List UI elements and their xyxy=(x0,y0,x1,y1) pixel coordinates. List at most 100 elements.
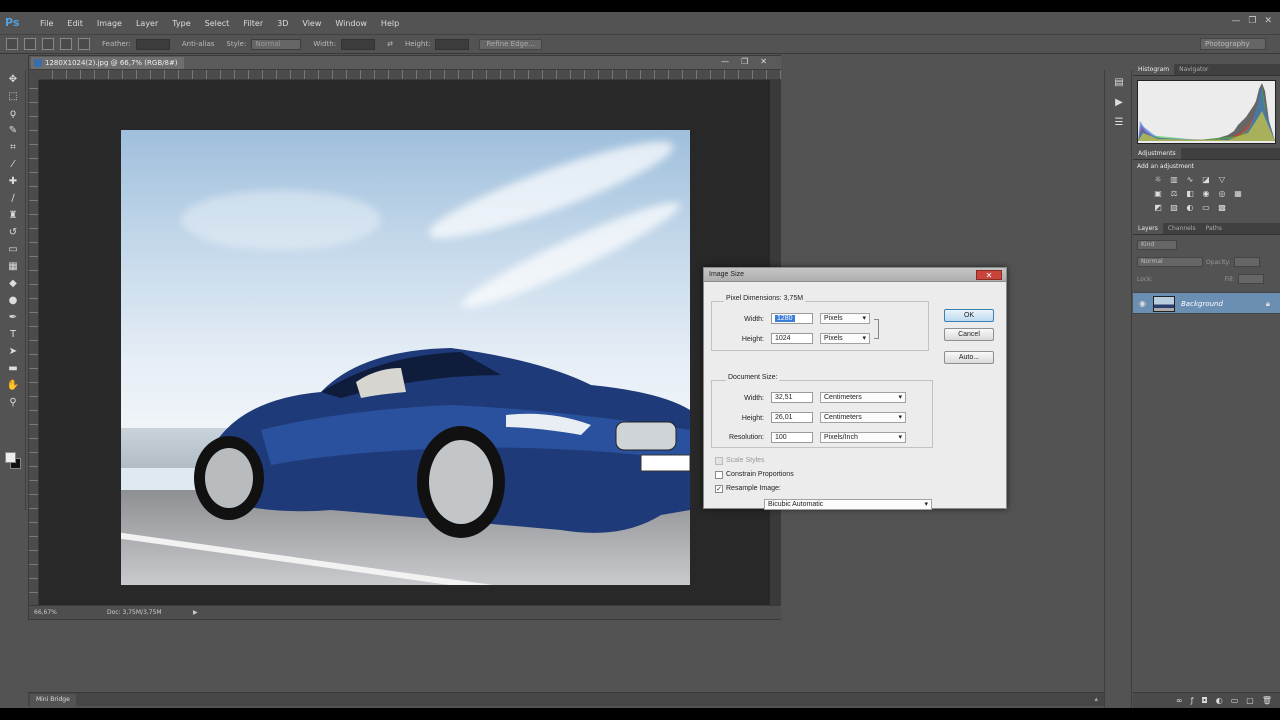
pixel-height-unit-select[interactable]: Pixels xyxy=(820,333,870,344)
layer-row-background[interactable]: ◉ Background 🔒︎ xyxy=(1133,292,1280,314)
height-input[interactable] xyxy=(435,38,470,50)
vertical-ruler[interactable] xyxy=(29,80,39,606)
menu-3d[interactable]: 3D xyxy=(270,19,295,28)
tab-mini-bridge[interactable]: Mini Bridge xyxy=(30,694,76,706)
doc-width-unit-select[interactable]: Centimeters xyxy=(820,392,906,403)
hue-saturation-icon[interactable]: ▣ xyxy=(1153,189,1163,199)
dialog-close-button[interactable]: ✕ xyxy=(976,270,1002,280)
ruler-corner[interactable] xyxy=(29,70,39,80)
path-select-tool-icon[interactable]: ➤ xyxy=(6,345,20,359)
expand-icon[interactable]: ▴ xyxy=(1094,695,1098,703)
channel-mixer-icon[interactable]: ◎ xyxy=(1217,189,1227,199)
layer-kind-select[interactable]: Kind xyxy=(1137,240,1177,250)
resample-checkbox[interactable]: ✓ xyxy=(715,485,723,493)
feather-input[interactable] xyxy=(135,38,170,50)
doc-height-unit-select[interactable]: Centimeters xyxy=(820,412,906,423)
doc-minimize-icon[interactable]: — xyxy=(721,57,729,66)
properties-panel-icon[interactable]: ☰ xyxy=(1112,116,1126,130)
doc-close-icon[interactable]: ✕ xyxy=(760,57,767,66)
pen-tool-icon[interactable]: ✒ xyxy=(6,311,20,325)
auto-button[interactable]: Auto... xyxy=(944,351,994,364)
scale-styles-checkbox[interactable] xyxy=(715,457,723,465)
tab-navigator[interactable]: Navigator xyxy=(1174,64,1213,75)
style-select[interactable]: Normal xyxy=(251,38,302,50)
close-icon[interactable]: ✕ xyxy=(1264,16,1272,26)
history-panel-icon[interactable]: ▤ xyxy=(1112,76,1126,90)
marquee-tool-icon[interactable]: ⬚ xyxy=(6,90,20,104)
exposure-icon[interactable]: ◪ xyxy=(1201,175,1211,185)
crop-tool-icon[interactable]: ⌗ xyxy=(6,141,20,155)
marquee-preset-icon[interactable] xyxy=(6,38,18,50)
menu-image[interactable]: Image xyxy=(90,19,129,28)
selective-color-icon[interactable]: ▩ xyxy=(1217,203,1227,213)
invert-icon[interactable]: ◩ xyxy=(1153,203,1163,213)
doc-width-input[interactable]: 32,51 xyxy=(771,392,813,403)
curves-icon[interactable]: ∿ xyxy=(1185,175,1195,185)
vibrance-icon[interactable]: ▽ xyxy=(1217,175,1227,185)
gradient-map-icon[interactable]: ▭ xyxy=(1201,203,1211,213)
menu-view[interactable]: View xyxy=(295,19,328,28)
doc-height-input[interactable]: 26,01 xyxy=(771,412,813,423)
workspace-select[interactable]: Photography xyxy=(1200,38,1266,50)
document-tab[interactable]: 1280X1024(2).jpg @ 66,7% (RGB/8#) xyxy=(31,57,184,69)
history-brush-tool-icon[interactable]: ↺ xyxy=(6,226,20,240)
brush-tool-icon[interactable]: ∕ xyxy=(6,192,20,206)
actions-panel-icon[interactable]: ▶ xyxy=(1112,96,1126,110)
menu-help[interactable]: Help xyxy=(374,19,406,28)
eraser-tool-icon[interactable]: ▭ xyxy=(6,243,20,257)
delete-layer-icon[interactable]: 🗑︎ xyxy=(1262,696,1272,705)
swap-icon[interactable]: ⇄ xyxy=(387,40,393,48)
dodge-tool-icon[interactable]: ● xyxy=(6,294,20,308)
ok-button[interactable]: OK xyxy=(944,309,994,322)
width-input[interactable] xyxy=(341,38,376,50)
antialias-label[interactable]: Anti-alias xyxy=(182,40,215,48)
menu-file[interactable]: File xyxy=(33,19,60,28)
brightness-contrast-icon[interactable]: ☼ xyxy=(1153,175,1163,185)
clone-stamp-tool-icon[interactable]: ♜ xyxy=(6,209,20,223)
black-white-icon[interactable]: ◧ xyxy=(1185,189,1195,199)
status-menu-icon[interactable]: ▶ xyxy=(193,609,198,616)
layer-mask-icon[interactable]: ◘ xyxy=(1201,696,1207,705)
add-selection-icon[interactable] xyxy=(42,38,54,50)
posterize-icon[interactable]: ▨ xyxy=(1169,203,1179,213)
levels-icon[interactable]: ▥ xyxy=(1169,175,1179,185)
gradient-tool-icon[interactable]: ▦ xyxy=(6,260,20,274)
refine-edge-button[interactable]: Refine Edge... xyxy=(479,38,542,50)
image-canvas[interactable] xyxy=(121,130,690,585)
cancel-button[interactable]: Cancel xyxy=(944,328,994,341)
color-balance-icon[interactable]: ⚖ xyxy=(1169,189,1179,199)
restore-icon[interactable]: ❐ xyxy=(1248,16,1256,26)
zoom-tool-icon[interactable]: ⚲ xyxy=(6,396,20,410)
new-layer-icon[interactable]: ▢ xyxy=(1246,696,1254,705)
eyedropper-tool-icon[interactable]: ⁄ xyxy=(6,158,20,172)
tab-adjustments[interactable]: Adjustments xyxy=(1133,148,1181,159)
resolution-input[interactable]: 100 xyxy=(771,432,813,443)
constrain-proportions-checkbox[interactable] xyxy=(715,471,723,479)
adjustment-layer-icon[interactable]: ◐ xyxy=(1216,696,1223,705)
blend-mode-select[interactable]: Normal xyxy=(1137,257,1203,267)
menu-filter[interactable]: Filter xyxy=(236,19,270,28)
resample-method-select[interactable]: Bicubic Automatic xyxy=(764,499,932,510)
new-selection-icon[interactable] xyxy=(24,38,36,50)
visibility-eye-icon[interactable]: ◉ xyxy=(1139,299,1146,308)
move-tool-icon[interactable]: ✥ xyxy=(6,73,20,87)
type-tool-icon[interactable]: T xyxy=(6,328,20,342)
photo-filter-icon[interactable]: ◉ xyxy=(1201,189,1211,199)
new-group-icon[interactable]: ▭ xyxy=(1231,696,1239,705)
fill-input[interactable] xyxy=(1237,274,1264,284)
tab-layers[interactable]: Layers xyxy=(1133,223,1163,234)
tab-channels[interactable]: Channels xyxy=(1163,223,1201,234)
threshold-icon[interactable]: ◐ xyxy=(1185,203,1195,213)
zoom-level[interactable]: 66,67% xyxy=(34,609,57,616)
quick-select-tool-icon[interactable]: ✎ xyxy=(6,124,20,138)
link-layers-icon[interactable]: ∞ xyxy=(1176,696,1183,705)
minimize-icon[interactable]: — xyxy=(1231,16,1240,26)
pixel-width-input[interactable]: 1280 xyxy=(771,313,813,324)
subtract-selection-icon[interactable] xyxy=(60,38,72,50)
blur-tool-icon[interactable]: ◆ xyxy=(6,277,20,291)
tab-paths[interactable]: Paths xyxy=(1201,223,1227,234)
doc-restore-icon[interactable]: ❐ xyxy=(741,57,748,66)
foreground-color-swatch[interactable] xyxy=(5,452,16,463)
horizontal-ruler[interactable] xyxy=(39,70,781,80)
intersect-selection-icon[interactable] xyxy=(78,38,90,50)
